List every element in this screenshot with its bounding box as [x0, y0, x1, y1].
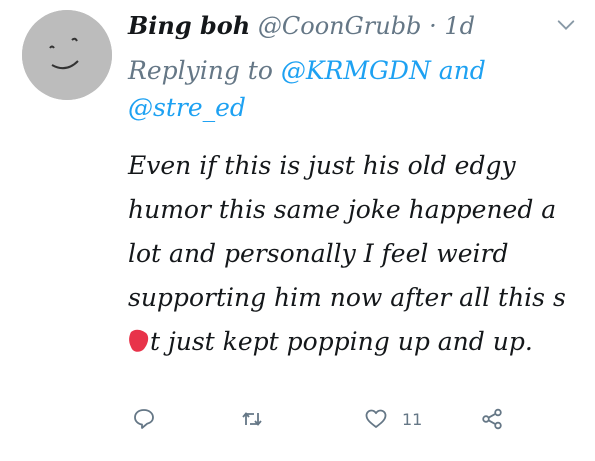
user-handle[interactable]: @CoonGrubb: [258, 12, 422, 40]
retweet-button[interactable]: [240, 402, 264, 436]
share-button[interactable]: [480, 402, 504, 436]
reply-button[interactable]: [132, 402, 156, 436]
mention-and[interactable]: and: [439, 56, 486, 85]
display-name[interactable]: Bing boh: [128, 11, 250, 40]
tweet-text: Even if this is just his old edgy humor …: [128, 144, 583, 364]
heart-icon: [365, 409, 387, 428]
more-options-button[interactable]: [555, 14, 577, 36]
replying-to: Replying to @KRMGDN and @stre_ed: [128, 52, 555, 126]
tweet-card[interactable]: Bing boh @CoonGrubb · 1d Replying to @KR…: [0, 0, 595, 461]
replying-to-label: Replying to: [128, 56, 273, 85]
retweet-icon: [242, 412, 262, 426]
tweet-header: Bing boh @CoonGrubb · 1d: [128, 10, 545, 42]
censor-blot: [128, 324, 150, 352]
like-button[interactable]: 11: [364, 402, 422, 436]
avatar[interactable]: [22, 10, 112, 100]
timestamp[interactable]: 1d: [444, 12, 475, 40]
mention-link[interactable]: @stre_ed: [128, 93, 246, 122]
share-icon: [482, 408, 502, 430]
separator-dot: ·: [429, 12, 437, 40]
like-count: 11: [402, 409, 423, 429]
avatar-face-drawing: [22, 10, 112, 100]
chevron-down-icon: [557, 20, 575, 30]
reply-icon: [134, 409, 154, 429]
tweet-text-part: t just kept popping up and up.: [150, 327, 533, 356]
mention-link[interactable]: @KRMGDN: [281, 56, 431, 85]
tweet-text-part: Even if this is just his old edgy humor …: [128, 151, 566, 312]
action-bar: 11: [128, 402, 528, 436]
